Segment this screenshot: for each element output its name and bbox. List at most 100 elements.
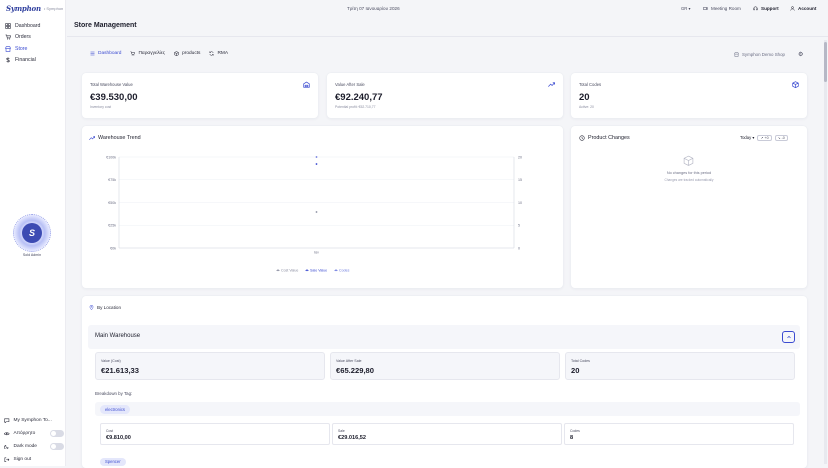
logo-text: Symphon: [6, 3, 41, 13]
tag-header-electronics: [95, 402, 800, 416]
collapse-button[interactable]: [782, 331, 795, 343]
tag-stat-cost: Cost €9.810,00: [100, 423, 330, 445]
stat-value: €21.613,33: [101, 366, 140, 375]
logout-icon: [4, 457, 10, 462]
by-location-title: By Location: [97, 305, 122, 310]
tag-stat-sale: Sale €29.016,52: [332, 423, 562, 445]
logo-subtitle: • Symphon: [43, 5, 64, 11]
warehouse-stat-sale: Value After Sale €65.229,80: [330, 352, 560, 380]
history-icon: [579, 135, 585, 141]
y-tick-label-right: 0: [518, 246, 520, 250]
warehouse-trend-chart: €100k 20 €75k 15 €50k 10 €25k 5 €0k 0 Ιαν Cost Valu…: [106, 155, 522, 273]
privacy-toggle[interactable]: [50, 430, 64, 437]
warehouse-header[interactable]: [88, 325, 800, 349]
language-value: GR: [681, 5, 688, 11]
tab-dashboard[interactable]: Dashboard: [90, 51, 121, 56]
headset-icon: [753, 6, 758, 10]
y-tick-label-left: €25k: [108, 224, 116, 228]
dark-mode-toggle[interactable]: [50, 443, 64, 450]
gear-icon[interactable]: ⚙: [798, 51, 803, 58]
warehouse-icon: [303, 81, 310, 88]
grid-icon: [5, 23, 11, 29]
sign-out-label: Sign out: [13, 457, 32, 462]
kpi-title: Value After Sale: [335, 82, 365, 87]
tag-stat-label: Codes: [570, 429, 580, 433]
legend-label: Cost Value: [281, 269, 298, 273]
top-bar: Τρίτη 07 Ιανουαρίου 2026 GR ▾ Meeting Ro…: [67, 0, 828, 16]
refresh-icon: [209, 51, 214, 56]
user-name: Sold Admin: [22, 253, 42, 257]
scrollbar-thumb[interactable]: [824, 42, 827, 82]
box-icon: [792, 81, 799, 88]
sidebar-item-store[interactable]: Store: [4, 43, 62, 55]
stat-label: Value After Sale: [336, 359, 362, 363]
chevron-down-icon: ▾: [688, 5, 691, 11]
video-icon: [703, 6, 708, 10]
account-button[interactable]: Account: [790, 6, 816, 11]
brand-logo[interactable]: Symphon • Symphon: [6, 3, 63, 13]
period-select[interactable]: Today ▾: [740, 135, 754, 140]
account-label: Account: [798, 5, 817, 11]
tag-badge[interactable]: electronics: [100, 405, 131, 414]
tab-products[interactable]: products: [174, 51, 200, 56]
sidebar-item-label: Financial: [15, 57, 36, 64]
tour-link[interactable]: My Symphon To...: [4, 414, 64, 427]
kpi-title: Total Codes: [579, 82, 602, 87]
page-title: Store Management: [74, 22, 137, 29]
added-filter-button[interactable]: ↗ +0: [757, 135, 772, 141]
tab-label: RMA: [217, 51, 229, 56]
data-point-codes: [315, 156, 318, 158]
tab-orders[interactable]: Παραγγελίες: [130, 51, 165, 56]
sign-out-button[interactable]: Sign out: [4, 453, 64, 466]
tag-stat-label: Sale: [338, 429, 345, 433]
avatar: S: [13, 214, 51, 252]
shop-selector[interactable]: Symphon Demo Shop: [734, 52, 785, 57]
tab-rma[interactable]: RMA: [209, 51, 228, 56]
meeting-label: Meeting Room: [711, 5, 741, 11]
product-changes-title: Product Changes: [588, 135, 630, 141]
data-point-cost-value: [315, 211, 318, 213]
support-button[interactable]: Support: [753, 6, 779, 11]
list-icon: [90, 51, 95, 56]
privacy-toggle-row: Απόρρητο: [4, 427, 64, 440]
y-tick-label-left: €0k: [110, 246, 116, 250]
sidebar-item-dashboard[interactable]: Dashboard: [4, 20, 62, 32]
y-tick-label-right: 10: [518, 201, 522, 205]
legend-label: Codes: [339, 269, 350, 273]
stat-value: €65.229,80: [336, 366, 375, 375]
stat-label: Total Codes: [571, 359, 590, 363]
chat-icon: [4, 418, 10, 424]
kpi-value: €92.240,77: [335, 92, 383, 103]
chevron-down-icon: ▾: [752, 135, 755, 141]
tag-stat-label: Cost: [106, 429, 113, 433]
product-changes-title-row: Product Changes: [579, 135, 630, 141]
added-count: +0: [764, 136, 769, 140]
language-select[interactable]: GR ▾: [681, 6, 691, 11]
kpi-title: Total Warehouse Value: [90, 82, 133, 87]
sidebar-item-label: Orders: [15, 34, 31, 41]
cart-icon: [130, 51, 136, 56]
sidebar-nav: Dashboard Orders Store Financial: [4, 20, 62, 66]
y-tick-label-right: 20: [518, 155, 522, 159]
empty-state-message: No changes for this period: [666, 171, 712, 175]
user-profile[interactable]: S Sold Admin: [13, 214, 51, 257]
tag-stat-value: €9.810,00: [106, 435, 131, 441]
y-tick-label-left: €75k: [108, 178, 116, 182]
store-icon: [5, 46, 11, 52]
warehouse-stat-codes: Total Codes 20: [565, 352, 795, 380]
trending-up-icon: [548, 82, 555, 87]
tag-stat-value: €29.016,52: [338, 435, 366, 441]
sidebar-item-financial[interactable]: Financial: [4, 55, 62, 67]
kpi-card-value-after-sale: Value After Sale €92.240,77 Potential pr…: [327, 73, 563, 118]
kpi-subtitle: Active: 20: [579, 105, 594, 109]
scrollbar-track[interactable]: [824, 40, 827, 464]
removed-filter-button[interactable]: ↘ -0: [774, 135, 788, 141]
sidebar-footer: My Symphon To... Απόρρητο Dark mode Sign…: [4, 414, 64, 466]
legend-label: Sale Value: [310, 269, 327, 273]
meeting-room-button[interactable]: Meeting Room: [703, 6, 741, 11]
period-value: Today: [740, 135, 752, 141]
sidebar: Symphon • Symphon Dashboard Orders Store…: [0, 0, 66, 466]
tag-badge[interactable]: Spencer: [100, 458, 126, 466]
sidebar-item-orders[interactable]: Orders: [4, 32, 62, 44]
empty-box-icon: [683, 155, 694, 166]
